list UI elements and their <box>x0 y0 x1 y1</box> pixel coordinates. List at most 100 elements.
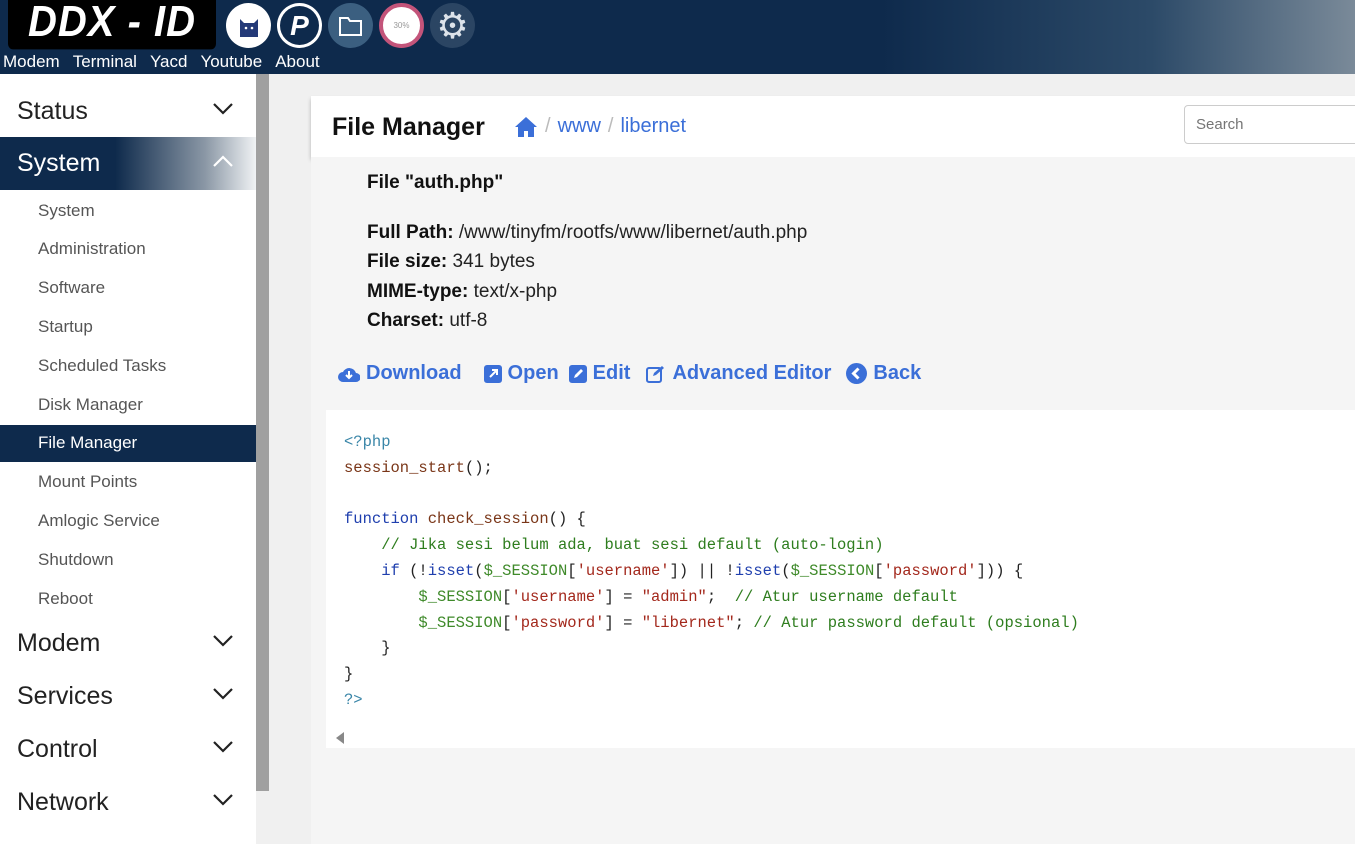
p-logo-icon[interactable]: P <box>277 3 322 48</box>
code-line: } <box>344 662 1355 688</box>
file-actions: Download Open Edit Advanced Editor Back <box>338 362 921 385</box>
pencil-square-icon <box>568 364 587 383</box>
back-button[interactable]: Back <box>846 362 921 385</box>
code-token: ( <box>781 561 791 580</box>
code-token: 'password' <box>511 613 605 632</box>
code-line: session_start(); <box>344 456 1355 482</box>
nav-modem[interactable]: Modem <box>3 52 60 72</box>
back-label: Back <box>873 362 922 384</box>
code-token: ] = <box>604 613 642 632</box>
code-token: $_SESSION <box>418 587 503 606</box>
logo[interactable]: DDX - ID <box>8 0 216 50</box>
search-input[interactable] <box>1184 105 1355 144</box>
sidebar-item-scheduled-tasks[interactable]: Scheduled Tasks <box>0 347 256 384</box>
code-token: ; <box>706 587 735 606</box>
folder-icon[interactable] <box>328 3 373 48</box>
nav-yacd[interactable]: Yacd <box>150 52 188 72</box>
sidebar-menu-label: Network <box>17 788 109 816</box>
code-token: } <box>344 639 391 658</box>
sidebar-item-administration[interactable]: Administration <box>0 231 256 268</box>
code-token: ; <box>734 613 754 632</box>
download-label: Download <box>366 362 462 384</box>
charset-value: utf-8 <box>449 310 488 331</box>
sidebar-item-shutdown[interactable]: Shutdown <box>0 541 256 578</box>
code-line: $_SESSION['password'] = "libernet"; // A… <box>344 611 1355 637</box>
sidebar-item-file-manager[interactable]: File Manager <box>0 424 256 462</box>
charset-label: Charset: <box>367 310 445 331</box>
full-path: Full Path: /www/tinyfm/rootfs/www/libern… <box>367 222 807 244</box>
sidebar-item-reboot[interactable]: Reboot <box>0 580 256 617</box>
code-token: (); <box>464 458 493 477</box>
nav-about[interactable]: About <box>275 52 319 72</box>
code-line: ?> <box>344 688 1355 714</box>
code-token: ?> <box>344 690 363 709</box>
code-token: [ <box>567 561 577 580</box>
sidebar-item-system[interactable]: System <box>0 192 256 229</box>
edit-button[interactable]: Edit <box>568 362 631 385</box>
code-token: () { <box>548 510 586 529</box>
sidebar-item-mount-points[interactable]: Mount Points <box>0 464 256 501</box>
chevron-down-icon <box>213 741 233 753</box>
gear-icon[interactable]: ⚙ <box>430 3 475 48</box>
code-token: 'username' <box>576 561 670 580</box>
breadcrumb-libernet[interactable]: libernet <box>620 115 686 138</box>
sidebar-menu-label: Services <box>17 682 113 710</box>
breadcrumb: / www / libernet <box>514 115 686 138</box>
sidebar-menu-label: Modem <box>17 629 101 657</box>
sidebar-item-disk-manager[interactable]: Disk Manager <box>0 386 256 423</box>
code-token: 'password' <box>883 561 977 580</box>
breadcrumb-separator: / <box>545 115 551 137</box>
nav-youtube[interactable]: Youtube <box>200 52 262 72</box>
code-line: // Jika sesi belum ada, buat sesi defaul… <box>344 533 1355 559</box>
sidebar-menu-control[interactable]: Control <box>0 723 256 776</box>
code-viewer[interactable]: <?php session_start(); function check_sess… <box>326 410 1355 748</box>
code-token: // Jika sesi belum ada, buat sesi defaul… <box>381 536 884 555</box>
charset: Charset: utf-8 <box>367 310 487 332</box>
home-icon[interactable] <box>514 116 538 138</box>
breadcrumb-separator: / <box>607 115 614 137</box>
code-token: "admin" <box>641 587 707 606</box>
sidebar-menu-label: Status <box>17 97 88 125</box>
open-button[interactable]: Open <box>483 362 559 385</box>
nav-terminal[interactable]: Terminal <box>73 52 137 72</box>
code-token: ( <box>474 561 484 580</box>
sidebar-scrollbar[interactable] <box>256 74 269 791</box>
code-token: $_SESSION <box>483 561 568 580</box>
code-token: (! <box>399 561 428 580</box>
cat-icon[interactable] <box>226 3 271 48</box>
code-token: isset <box>427 561 475 580</box>
advanced-editor-button[interactable]: Advanced Editor <box>646 362 831 385</box>
sidebar-menu-status[interactable]: Status <box>0 85 256 138</box>
code-token: session_start <box>344 458 465 477</box>
chevron-down-icon <box>213 688 233 700</box>
scroll-left-arrow[interactable] <box>336 732 344 744</box>
breadcrumb-www[interactable]: www <box>558 115 601 138</box>
sidebar-menu-modem[interactable]: Modem <box>0 617 256 670</box>
edit-label: Edit <box>592 362 631 384</box>
gauge-icon[interactable]: 30% <box>379 3 424 48</box>
sidebar-item-software[interactable]: Software <box>0 270 256 307</box>
code-line: function check_session() { <box>344 507 1355 533</box>
sidebar-item-amlogic-service[interactable]: Amlogic Service <box>0 502 256 539</box>
code-token: if <box>381 561 400 580</box>
code-token: } <box>344 665 354 684</box>
code-line: <?php <box>344 430 1355 456</box>
full-path-label: Full Path: <box>367 222 454 243</box>
external-link-icon <box>483 364 502 383</box>
cloud-download-icon <box>338 367 360 382</box>
download-button[interactable]: Download <box>338 362 462 385</box>
code-token: $_SESSION <box>418 613 503 632</box>
sidebar-menu-services[interactable]: Services <box>0 670 256 723</box>
code-line: } <box>344 636 1355 662</box>
sidebar-menu-system[interactable]: System <box>0 137 256 190</box>
sidebar-item-startup[interactable]: Startup <box>0 308 256 345</box>
file-size: File size: 341 bytes <box>367 251 535 273</box>
code-token: $_SESSION <box>790 561 875 580</box>
sidebar-menu-network[interactable]: Network <box>0 776 256 829</box>
code-token: ]) || ! <box>669 561 735 580</box>
file-view: File "auth.php" Full Path: /www/tinyfm/r… <box>311 157 1355 844</box>
